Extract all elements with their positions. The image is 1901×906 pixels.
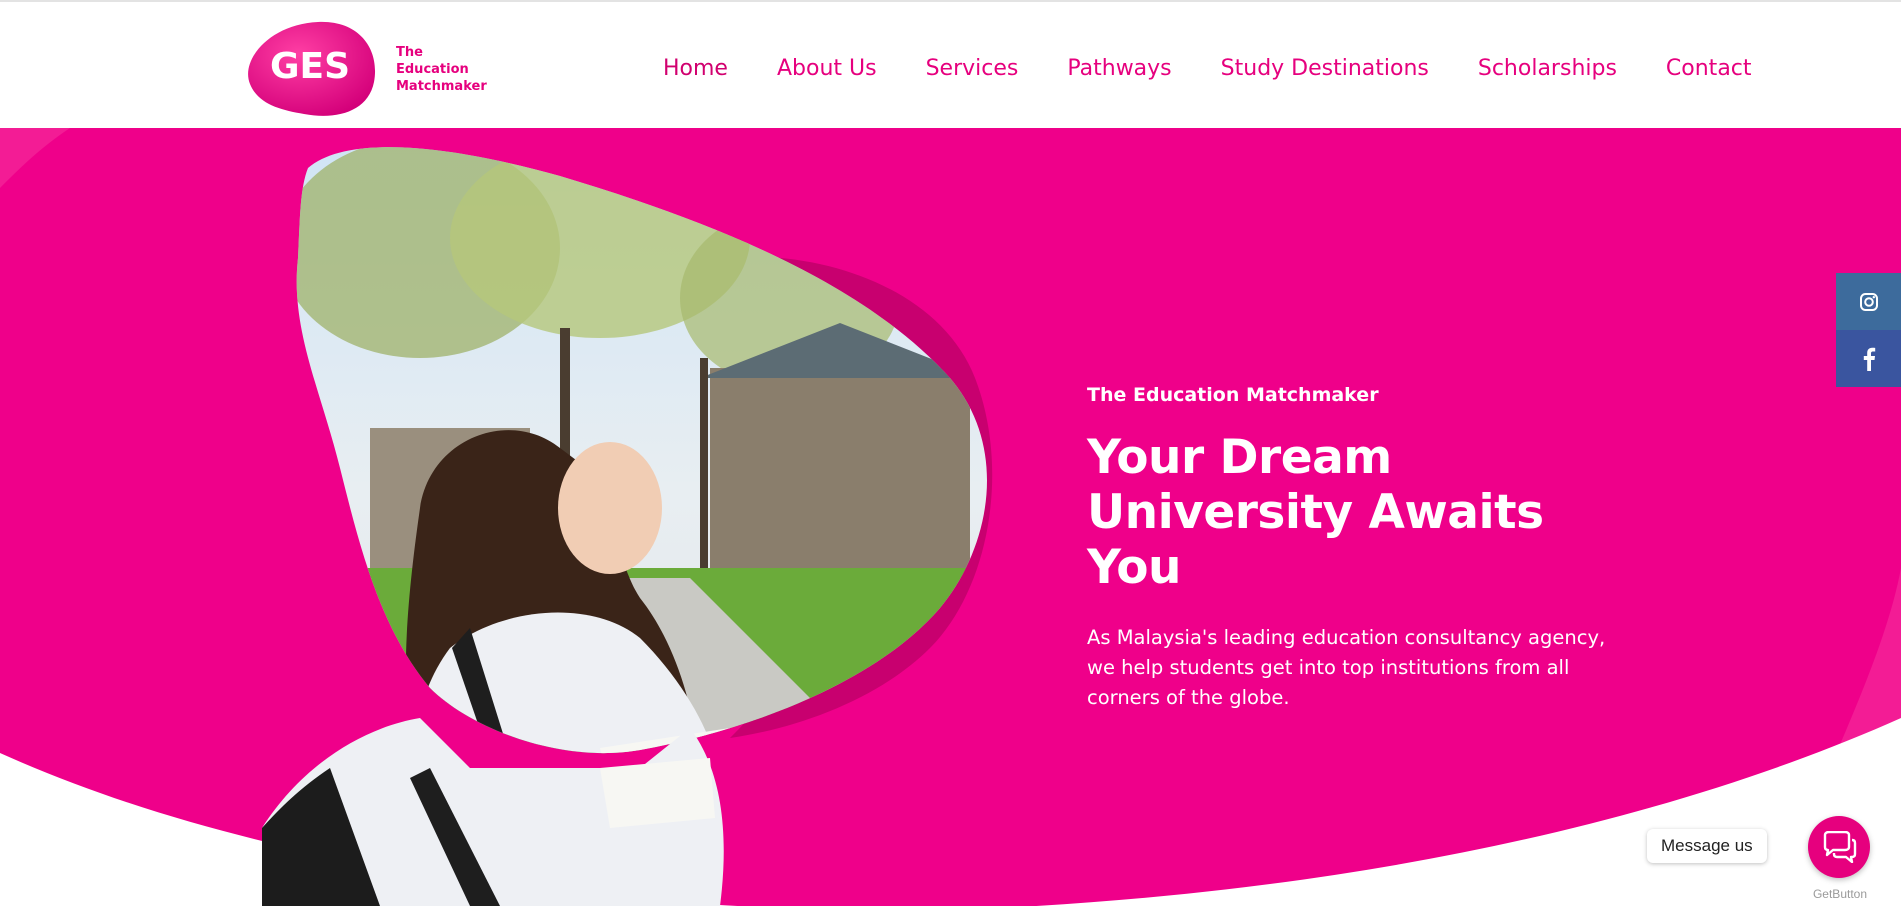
message-us-label[interactable]: Message us — [1647, 829, 1767, 863]
nav-item-contact[interactable]: Contact — [1666, 54, 1752, 84]
nav-item-pathways[interactable]: Pathways — [1067, 54, 1171, 84]
logo-letters: GES — [269, 46, 351, 87]
nav-item-study-destinations[interactable]: Study Destinations — [1221, 54, 1429, 84]
site-header: GES The Education Matchmaker Home About … — [0, 2, 1901, 128]
logo-tagline: The Education Matchmaker — [396, 44, 506, 95]
instagram-button[interactable] — [1836, 273, 1901, 330]
facebook-icon — [1863, 347, 1875, 371]
nav-item-home[interactable]: Home — [663, 54, 728, 84]
hero-text: The Education Matchmaker Your Dream Univ… — [1087, 384, 1647, 713]
logo-tagline-line: Matchmaker — [396, 79, 487, 94]
hero-description: As Malaysia's leading education consulta… — [1087, 626, 1606, 709]
nav-item-about-us[interactable]: About Us — [777, 54, 877, 84]
main-nav: Home About Us Services Pathways Study De… — [663, 54, 1752, 84]
message-us-button[interactable] — [1808, 816, 1870, 878]
getbutton-branding[interactable]: GetButton — [1808, 887, 1872, 901]
instagram-icon — [1859, 292, 1878, 311]
nav-item-scholarships[interactable]: Scholarships — [1478, 54, 1617, 84]
hero-section: The Education Matchmaker Your Dream Univ… — [0, 128, 1901, 906]
site-logo[interactable]: GES The Education Matchmaker — [240, 20, 487, 120]
social-sidebar — [1836, 273, 1901, 387]
logo-tagline-line: The — [396, 45, 423, 60]
nav-item-services[interactable]: Services — [926, 54, 1019, 84]
hero-title: Your Dream University Awaits You — [1087, 430, 1544, 595]
logo-tagline-line: Education — [396, 62, 469, 77]
facebook-button[interactable] — [1836, 330, 1901, 387]
hero-eyebrow: The Education Matchmaker — [1087, 384, 1379, 406]
chat-bubbles-icon — [1823, 831, 1857, 863]
